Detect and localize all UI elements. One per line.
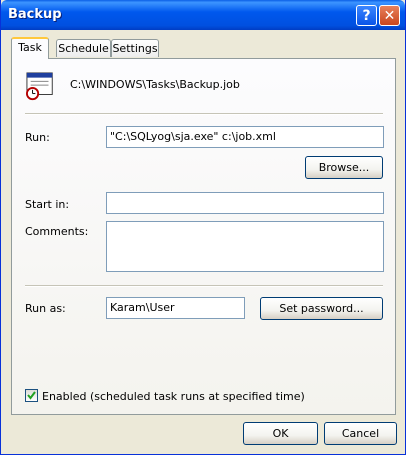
checkmark-icon [27, 391, 36, 400]
task-file-path: C:\WINDOWS\Tasks\Backup.job [70, 78, 240, 91]
run-label: Run: [25, 131, 50, 144]
ok-button-label: OK [272, 427, 289, 440]
enabled-label[interactable]: Enabled (scheduled task runs at specifie… [42, 390, 305, 403]
comments-label: Comments: [25, 225, 89, 238]
window-title: Backup [8, 7, 62, 22]
help-icon: ? [362, 7, 371, 24]
enabled-checkbox[interactable] [25, 389, 38, 402]
set-password-button-label: Set password... [279, 302, 364, 315]
run-as-label: Run as: [25, 302, 66, 315]
set-password-button[interactable]: Set password... [260, 297, 383, 320]
tab-task-label: Task [18, 41, 42, 54]
help-button[interactable]: ? [356, 5, 377, 26]
browse-button-label: Browse... [318, 161, 370, 174]
separator-middle [25, 285, 383, 287]
tab-settings-label: Settings [112, 42, 158, 55]
comments-field[interactable] [106, 221, 384, 272]
title-bar[interactable]: Backup ? ✕ [1, 0, 405, 30]
cancel-button-label: Cancel [341, 427, 380, 440]
tab-settings[interactable]: Settings [111, 39, 159, 57]
tab-task[interactable]: Task [11, 37, 49, 59]
browse-button[interactable]: Browse... [305, 156, 383, 179]
task-properties-window: Backup ? ✕ Task Schedule Settings C:\WIN… [0, 0, 406, 455]
run-command-field[interactable]: "C:\SQLyog\sja.exe" c:\job.xml [106, 126, 384, 148]
close-icon: ✕ [383, 7, 396, 24]
cancel-button[interactable]: Cancel [324, 422, 397, 445]
run-as-field[interactable]: Karam\User [106, 297, 245, 319]
tab-schedule[interactable]: Schedule [56, 39, 111, 57]
scheduled-task-icon [26, 72, 53, 101]
tab-schedule-label: Schedule [58, 42, 109, 55]
start-in-field[interactable] [106, 192, 384, 214]
close-button[interactable]: ✕ [379, 5, 400, 26]
separator-top [25, 113, 383, 115]
start-in-label: Start in: [25, 198, 70, 211]
ok-button[interactable]: OK [243, 422, 318, 445]
